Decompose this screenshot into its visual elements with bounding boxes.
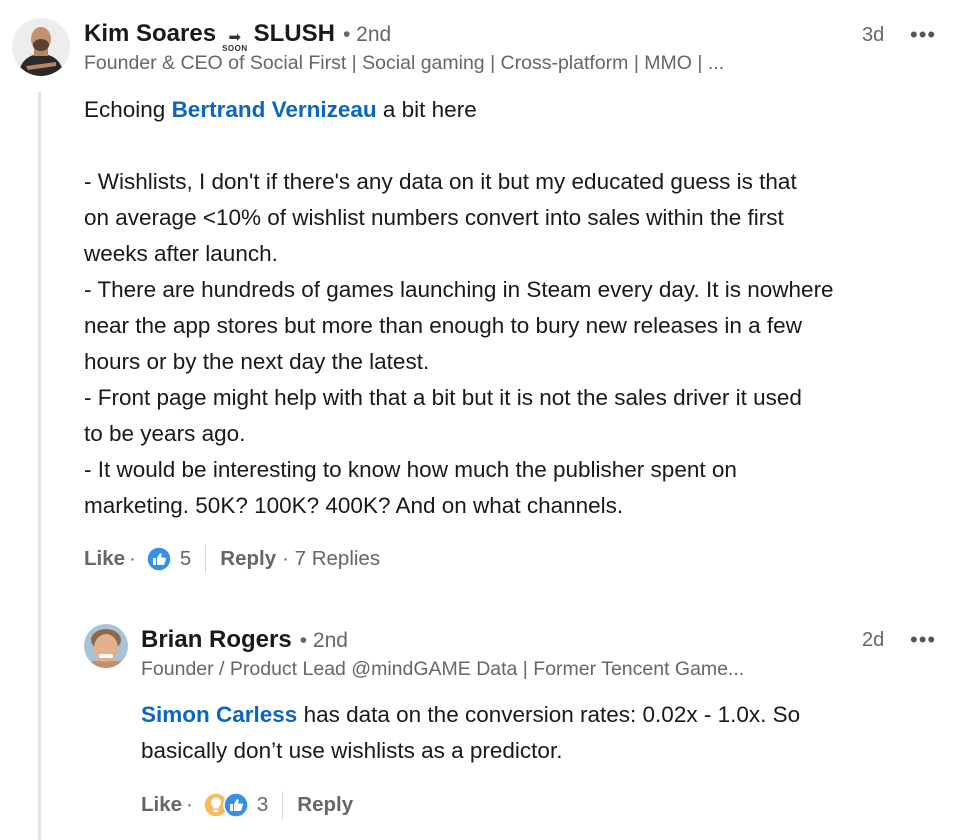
reactions[interactable] — [146, 546, 172, 572]
soon-arrow-icon: ➡ SOON — [222, 29, 248, 53]
comment-body: Echoing Bertrand Vernizeau a bit here - … — [84, 92, 834, 524]
mention-link[interactable]: Bertrand Vernizeau — [172, 97, 377, 122]
comment-actions: Like · 5 Reply · 7 Replies — [84, 545, 380, 573]
reply-button[interactable]: Reply — [297, 793, 353, 817]
reply-button[interactable]: Reply — [220, 547, 276, 571]
replies-count[interactable]: · 7 Replies — [282, 547, 380, 571]
mention-link[interactable]: Simon Carless — [141, 702, 297, 727]
reactions[interactable] — [203, 792, 249, 818]
comment-line: near the app stores but more than enough… — [84, 313, 802, 338]
divider — [282, 791, 284, 819]
avatar[interactable] — [12, 18, 70, 76]
comment-line: - It would be interesting to know how mu… — [84, 457, 737, 482]
like-icon — [223, 792, 249, 818]
reply-author-name[interactable]: Brian Rogers — [141, 626, 292, 654]
comment-line: weeks after launch. — [84, 241, 278, 266]
more-options-icon[interactable]: ••• — [910, 629, 936, 651]
comment-line: - There are hundreds of games launching … — [84, 277, 834, 302]
timestamp: 3d — [862, 24, 885, 46]
comment-line: to be years ago. — [84, 421, 246, 446]
author-name[interactable]: Kim Soares — [84, 20, 216, 48]
comment-line: - Front page might help with that a bit … — [84, 385, 802, 410]
reply-actions: Like · 3 Reply — [141, 791, 353, 819]
reply-line: basically don’t use wishlists as a predi… — [141, 738, 563, 763]
author-headline: Founder & CEO of Social First | Social g… — [84, 52, 725, 74]
comment-intro: Echoing Bertrand Vernizeau a bit here — [84, 97, 477, 122]
thread-line — [38, 92, 41, 840]
reply-body: Simon Carless has data on the conversion… — [141, 697, 800, 769]
reply-author-headline: Founder / Product Lead @mindGAME Data | … — [141, 658, 745, 680]
reaction-count[interactable]: 3 — [257, 793, 268, 817]
connection-degree: • 2nd — [299, 629, 348, 652]
divider — [205, 545, 207, 573]
comment-line: marketing. 50K? 100K? 400K? And on what … — [84, 493, 624, 518]
reaction-count[interactable]: 5 — [180, 547, 191, 571]
comment-line: hours or by the next day the latest. — [84, 349, 430, 374]
like-button[interactable]: Like — [141, 793, 182, 817]
connection-degree: • 2nd — [342, 23, 392, 46]
reply-avatar[interactable] — [84, 624, 128, 668]
comment-line: - Wishlists, I don't if there's any data… — [84, 169, 797, 194]
reply-timestamp: 2d — [862, 629, 885, 651]
comment-line: on average <10% of wishlist numbers conv… — [84, 205, 784, 230]
like-button[interactable]: Like — [84, 547, 125, 571]
more-options-icon[interactable]: ••• — [910, 24, 936, 46]
reply-author-row: Brian Rogers • 2nd — [141, 626, 348, 654]
author-name-suffix: SLUSH — [253, 20, 335, 47]
like-icon — [146, 546, 172, 572]
author-row: Kim Soares ➡ SOON SLUSH • 2nd — [84, 20, 392, 53]
